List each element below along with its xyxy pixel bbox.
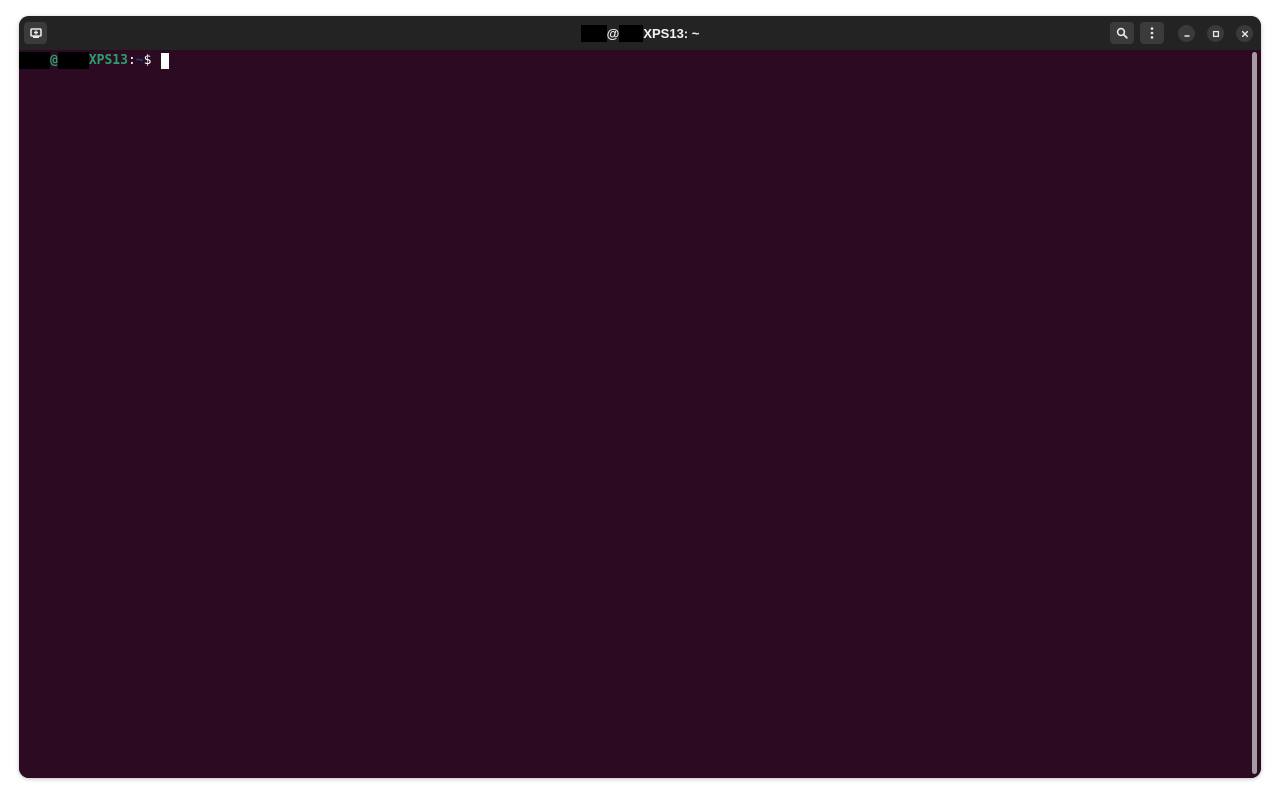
prompt-separator: : — [127, 53, 136, 68]
redacted-username — [580, 24, 607, 42]
prompt-dollar: $ — [143, 53, 160, 68]
search-icon — [1116, 27, 1128, 39]
redacted-hostname — [619, 24, 644, 42]
close-icon — [1241, 30, 1248, 37]
prompt-host: XPS13 — [88, 53, 128, 68]
window-title: @ XPS13: ~ — [19, 16, 1261, 50]
redacted-prompt-username — [19, 52, 50, 69]
terminal-area[interactable]: @ XPS13 : ~ $ — [19, 50, 1261, 778]
maximize-icon — [1212, 30, 1219, 37]
search-button[interactable] — [1110, 22, 1134, 44]
text-cursor — [161, 52, 170, 69]
close-button[interactable] — [1236, 25, 1253, 42]
new-tab-icon — [29, 27, 42, 38]
scrollbar[interactable] — [1252, 52, 1257, 774]
new-tab-button[interactable] — [24, 22, 47, 44]
redacted-prompt-hostname — [57, 52, 89, 69]
prompt-path: ~ — [135, 53, 144, 68]
header-bar: @ XPS13: ~ — [19, 16, 1261, 50]
maximize-button[interactable] — [1207, 25, 1224, 42]
title-at-sign: @ — [606, 25, 620, 41]
minimize-button[interactable] — [1178, 25, 1195, 42]
prompt-line: @ XPS13 : ~ $ — [19, 52, 170, 69]
menu-button[interactable] — [1140, 22, 1164, 44]
kebab-menu-icon — [1150, 27, 1154, 39]
terminal-window: @ XPS13: ~ @ XPS13: ~ $ — [19, 16, 1261, 778]
minimize-icon — [1184, 34, 1189, 37]
prompt-at-sign: @ — [50, 53, 58, 68]
title-host: XPS13: ~ — [643, 25, 700, 41]
